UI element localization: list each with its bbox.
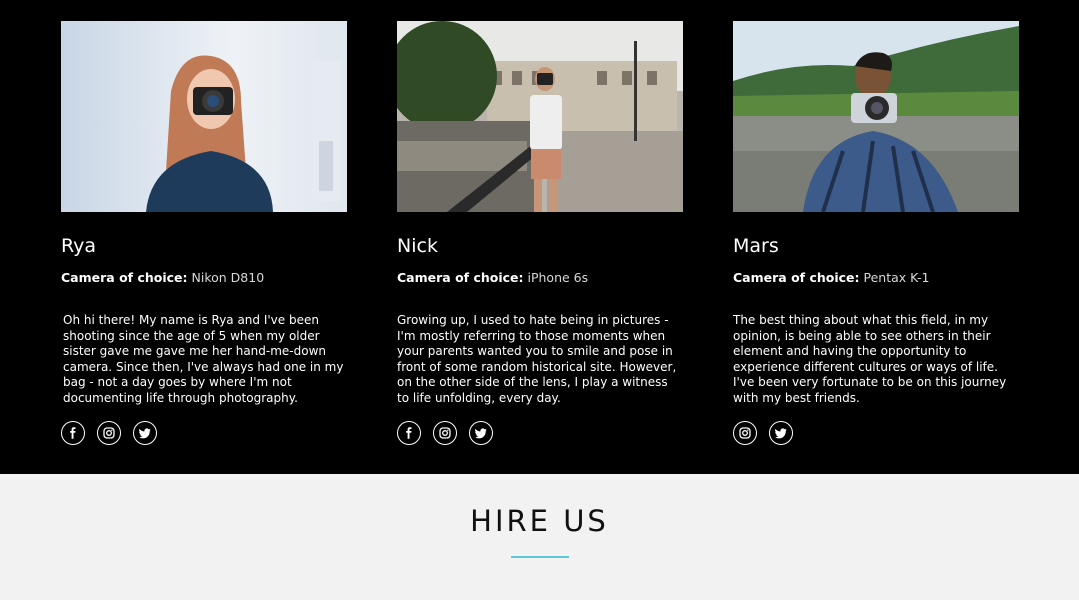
camera-value: Pentax K-1 <box>863 270 930 285</box>
camera-value: iPhone 6s <box>527 270 589 285</box>
member-name: Mars <box>733 235 779 257</box>
social-links <box>397 421 493 445</box>
camera-label: Camera of choice: <box>397 270 524 285</box>
social-links <box>733 421 793 445</box>
member-name: Nick <box>397 235 438 257</box>
photographer-man-lake-image <box>733 21 1019 212</box>
facebook-link[interactable] <box>397 421 421 445</box>
camera-label: Camera of choice: <box>61 270 188 285</box>
hire-us-heading: HIRE US <box>470 504 609 538</box>
member-name: Rya <box>61 235 97 257</box>
facebook-icon <box>406 427 412 439</box>
heading-divider <box>511 556 569 558</box>
instagram-link[interactable] <box>433 421 457 445</box>
twitter-icon <box>775 428 787 439</box>
facebook-icon <box>70 427 76 439</box>
team-section: Rya Camera of choice: Nikon D810 Oh hi t… <box>0 0 1079 474</box>
instagram-link[interactable] <box>733 421 757 445</box>
photo-rya <box>61 21 347 212</box>
photographer-man-street-image <box>397 21 683 212</box>
photographer-woman-image <box>61 21 347 212</box>
instagram-link[interactable] <box>97 421 121 445</box>
camera-of-choice: Camera of choice: iPhone 6s <box>397 268 588 288</box>
member-bio: Oh hi there! My name is Rya and I've bee… <box>63 313 344 405</box>
member-bio: The best thing about what this field, in… <box>733 313 1007 405</box>
twitter-icon <box>139 428 151 439</box>
camera-of-choice: Camera of choice: Pentax K-1 <box>733 268 930 288</box>
twitter-link[interactable] <box>133 421 157 445</box>
twitter-icon <box>475 428 487 439</box>
twitter-link[interactable] <box>769 421 793 445</box>
facebook-link[interactable] <box>61 421 85 445</box>
social-links <box>61 421 157 445</box>
instagram-icon <box>739 427 751 439</box>
instagram-icon <box>103 427 115 439</box>
member-bio: Growing up, I used to hate being in pict… <box>397 313 677 405</box>
photo-mars <box>733 21 1019 212</box>
photo-nick <box>397 21 683 212</box>
twitter-link[interactable] <box>469 421 493 445</box>
camera-value: Nikon D810 <box>191 270 265 285</box>
camera-of-choice: Camera of choice: Nikon D810 <box>61 268 264 288</box>
camera-label: Camera of choice: <box>733 270 860 285</box>
instagram-icon <box>439 427 451 439</box>
